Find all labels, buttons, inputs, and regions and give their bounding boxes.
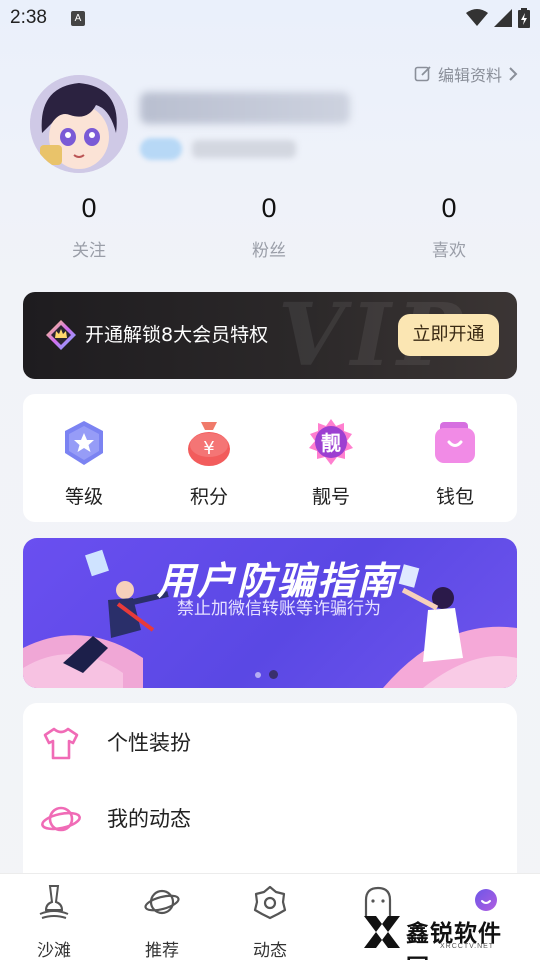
- status-bar: 2:38 A: [0, 0, 540, 36]
- vip-card[interactable]: VIP 开通解锁8大会员特权 立即开通: [23, 292, 517, 379]
- signal-icon: [494, 9, 512, 27]
- pretty-number-icon: 靓: [309, 419, 353, 465]
- menu-item-personal-dressup[interactable]: 个性装扮: [23, 705, 517, 775]
- edit-icon: [414, 66, 431, 82]
- menu-item-label: 我的动态: [107, 807, 191, 831]
- nav-item-beach[interactable]: 沙滩: [0, 884, 108, 960]
- nav-item-moments[interactable]: 动态: [216, 884, 324, 960]
- stat-label: 喜欢: [432, 241, 466, 261]
- stat-following[interactable]: 0 关注: [29, 190, 149, 261]
- flower-icon: [253, 885, 287, 920]
- quick-item-wallet[interactable]: 钱包: [410, 418, 500, 509]
- quick-item-level[interactable]: 等级: [39, 418, 129, 509]
- quick-label: 钱包: [435, 486, 474, 508]
- svg-text:靓: 靓: [321, 431, 341, 455]
- pagination-dot-active: [269, 670, 278, 679]
- status-icons: [466, 8, 530, 28]
- stat-likes[interactable]: 0 喜欢: [389, 190, 509, 261]
- quick-label: 积分: [189, 486, 228, 508]
- chevron-right-icon: [509, 67, 518, 81]
- level-star-icon: [65, 421, 103, 465]
- level-badge-blurred: [140, 138, 182, 160]
- avatar[interactable]: [30, 75, 128, 173]
- quick-label: 等级: [64, 486, 103, 508]
- wallet-icon: [435, 422, 475, 463]
- stats-row: 0 关注 0 粉丝 0 喜欢: [0, 190, 540, 270]
- edit-profile-label: 编辑资料: [437, 66, 502, 85]
- nav-label: 沙滩: [37, 941, 71, 960]
- open-vip-button[interactable]: 立即开通: [398, 314, 499, 356]
- vip-promo-text: 开通解锁8大会员特权: [85, 324, 269, 346]
- menu-item-label: 个性装扮: [107, 731, 191, 755]
- quick-menu: 等级 ¥ 积分 靓 靓号 钱包: [23, 394, 517, 522]
- notification-icon: A: [71, 11, 85, 26]
- beach-icon: [39, 885, 69, 919]
- wifi-icon: [466, 9, 488, 26]
- watermark-brand: 鑫锐软件园: [406, 921, 502, 960]
- nav-label: 推荐: [145, 941, 179, 960]
- stat-value: 0: [261, 193, 277, 223]
- stat-fans[interactable]: 0 粉丝: [209, 190, 329, 261]
- nav-item-recommend[interactable]: 推荐: [108, 884, 216, 960]
- site-watermark: 鑫锐软件园 XRCCTV.NET: [362, 910, 522, 960]
- banner-pagination: [255, 670, 278, 679]
- anti-fraud-banner[interactable]: 用户防骗指南 禁止加微信转账等诈骗行为: [23, 538, 517, 688]
- stat-value: 0: [81, 193, 97, 223]
- anime-boy-avatar-image: [30, 75, 128, 173]
- edit-profile-link[interactable]: 编辑资料: [414, 62, 518, 86]
- menu-list: 个性装扮 我的动态: [23, 703, 517, 883]
- stat-label: 关注: [72, 241, 106, 261]
- svg-text:¥: ¥: [203, 438, 214, 459]
- points-bag-icon: ¥: [188, 422, 230, 466]
- quick-label: 靓号: [311, 486, 350, 508]
- planet-nav-icon: [144, 889, 180, 915]
- stat-value: 0: [441, 193, 457, 223]
- diamond-crown-icon: [46, 320, 76, 350]
- x-logo-icon: [364, 916, 400, 948]
- planet-icon: [41, 806, 81, 832]
- quick-item-pretty-number[interactable]: 靓 靓号: [286, 418, 376, 509]
- nickname-blurred: [140, 92, 350, 124]
- nav-label: 动态: [253, 941, 287, 960]
- watermark-site: XRCCTV.NET: [440, 943, 495, 950]
- user-id-blurred: [192, 140, 296, 158]
- stat-label: 粉丝: [252, 241, 286, 261]
- banner-subtitle: 禁止加微信转账等诈骗行为: [177, 599, 381, 619]
- status-time: 2:38: [10, 7, 47, 28]
- menu-item-my-moments[interactable]: 我的动态: [23, 781, 517, 851]
- battery-icon: [518, 8, 530, 28]
- shirt-icon: [43, 727, 79, 760]
- pagination-dot: [255, 671, 261, 678]
- quick-item-points[interactable]: ¥ 积分: [164, 418, 254, 509]
